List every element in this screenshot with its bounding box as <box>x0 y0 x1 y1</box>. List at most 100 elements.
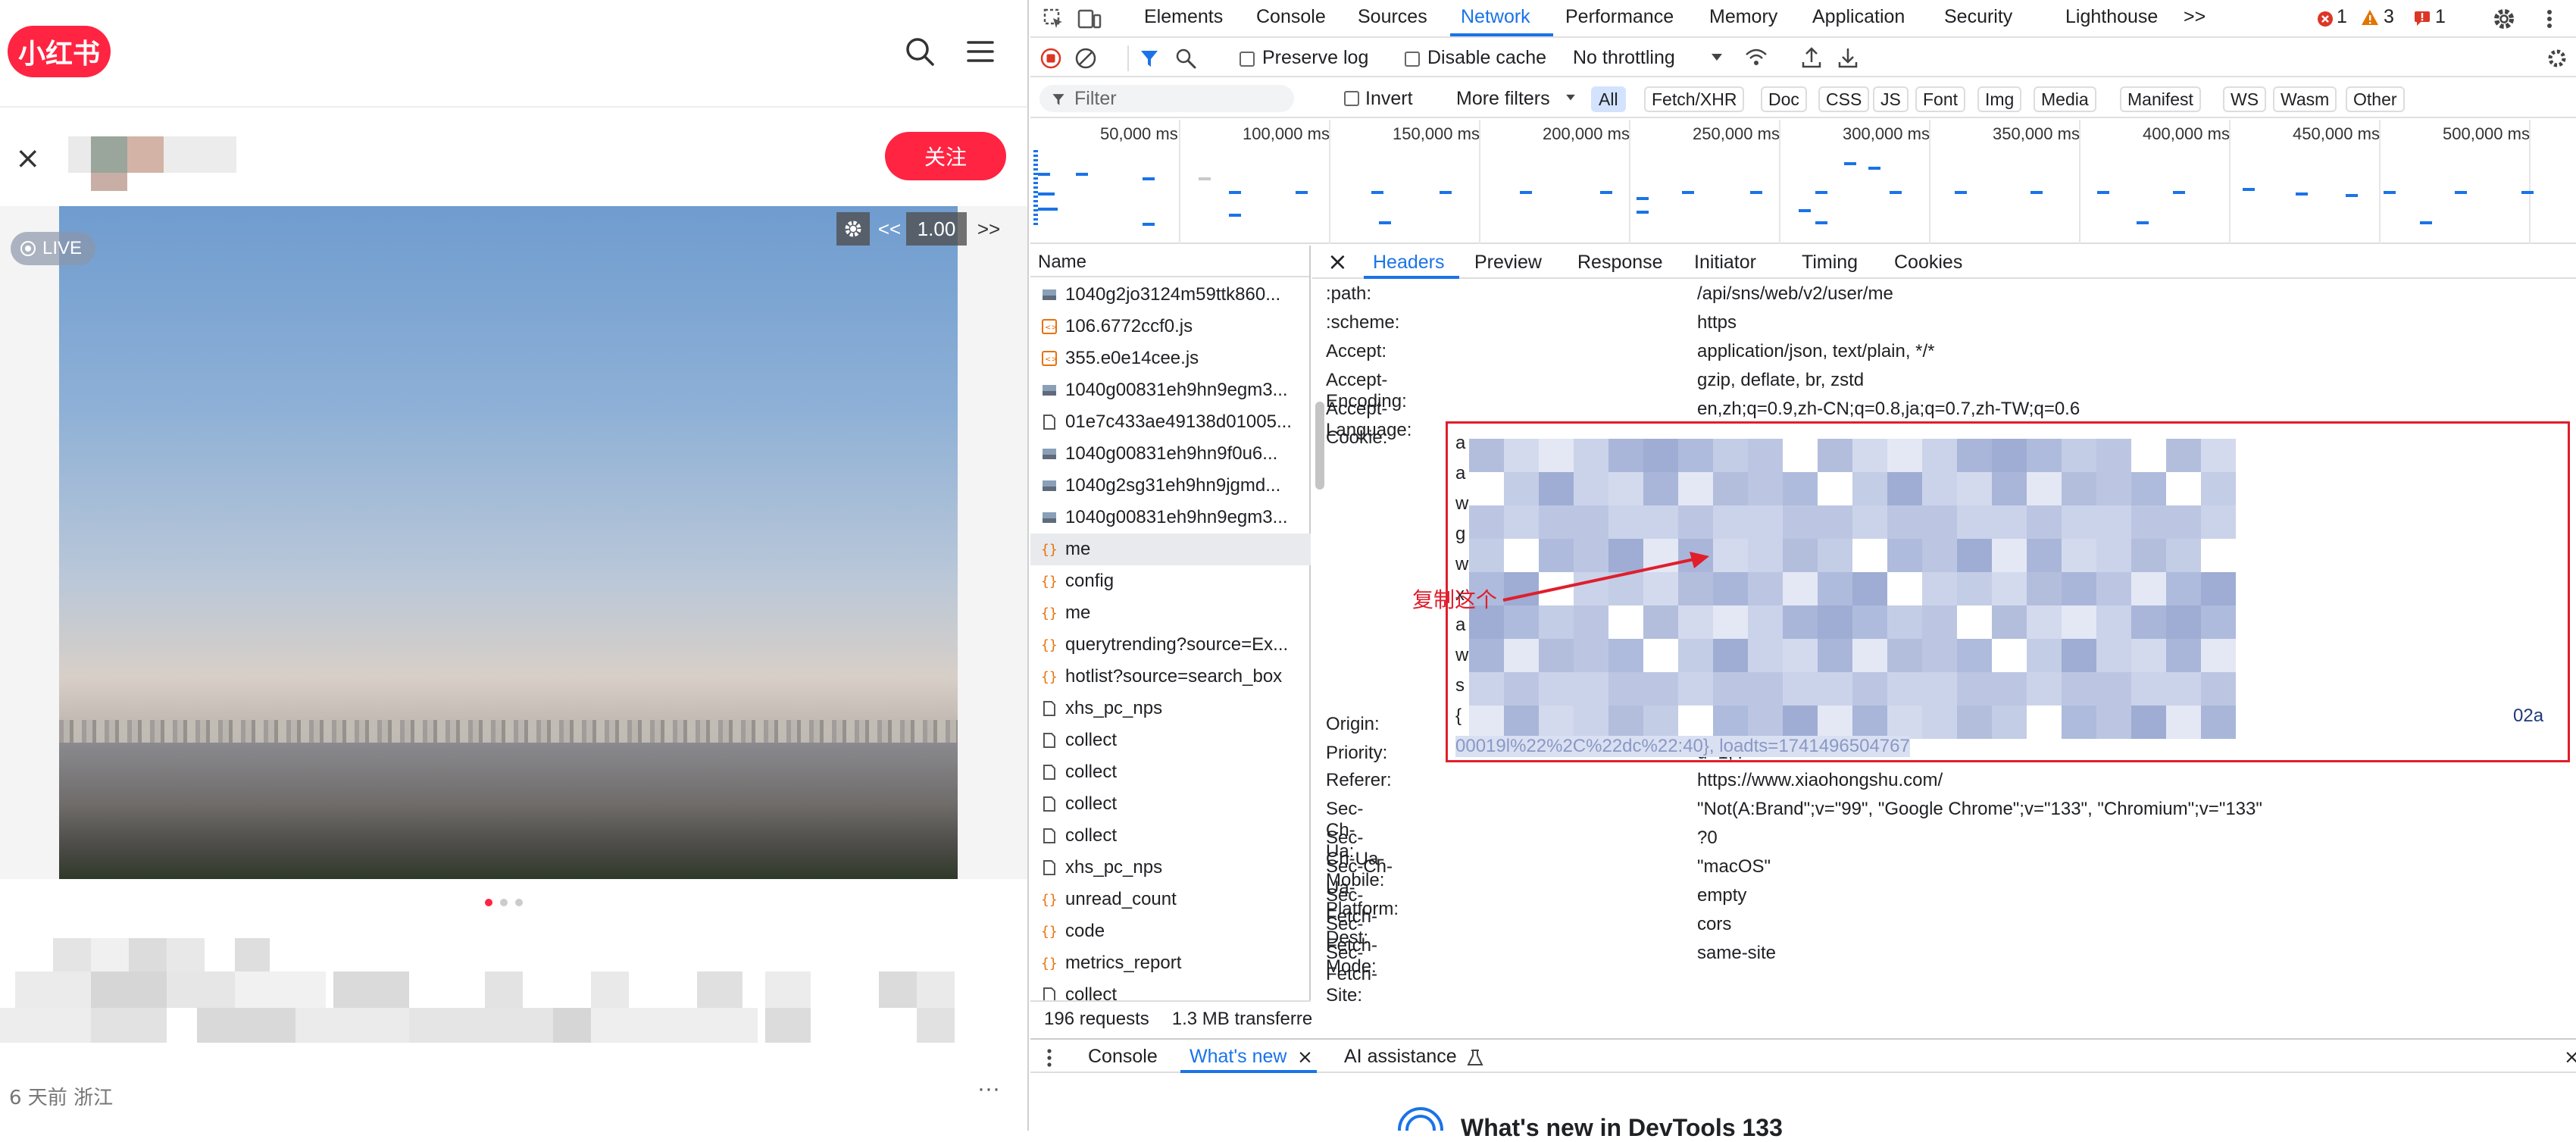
playback-speed[interactable]: 1.00 <box>906 212 967 246</box>
request-row[interactable]: {} unread_count <box>1030 884 1311 915</box>
issue-count[interactable]: 1 <box>2435 6 2446 28</box>
chevron-down-icon[interactable] <box>1565 94 1576 102</box>
header-value[interactable]: en,zh;q=0.9,zh-CN;q=0.8,ja;q=0.7,zh-TW;q… <box>1697 399 2080 420</box>
drawer-menu-icon[interactable] <box>1044 1047 1055 1068</box>
request-row[interactable]: <> 106.6772ccf0.js <box>1030 311 1311 343</box>
carousel-dot[interactable] <box>515 899 523 906</box>
menu-icon[interactable] <box>962 33 999 70</box>
chevron-down-icon[interactable] <box>1711 53 1723 62</box>
inspect-element-icon[interactable] <box>1043 8 1065 30</box>
search-icon[interactable] <box>1174 47 1197 70</box>
disable-cache-checkbox[interactable] <box>1405 52 1420 67</box>
carousel-dot[interactable] <box>500 899 508 906</box>
more-options-icon[interactable]: ··· <box>977 1076 1000 1102</box>
import-har-icon[interactable] <box>1800 45 1823 70</box>
chip-js[interactable]: JS <box>1873 86 1909 112</box>
chip-other[interactable]: Other <box>2346 86 2405 112</box>
request-row[interactable]: 1040g2sg31eh9hn9jgmd... <box>1030 470 1311 502</box>
chip-doc[interactable]: Doc <box>1761 86 1807 112</box>
timeline-overview[interactable]: 50,000 ms 100,000 ms 150,000 ms 200,000 … <box>1030 120 2576 244</box>
request-row[interactable]: {} hotlist?source=search_box <box>1030 661 1311 693</box>
devtools-menu-icon[interactable] <box>2538 8 2561 30</box>
tab-preview[interactable]: Preview <box>1474 252 1542 274</box>
header-value[interactable]: https <box>1697 312 1737 333</box>
name-column-header[interactable]: Name <box>1030 246 1309 277</box>
request-row[interactable]: xhs_pc_nps <box>1030 852 1311 884</box>
header-value[interactable]: cors <box>1697 914 1731 935</box>
request-row[interactable]: collect <box>1030 724 1311 756</box>
tab-sources[interactable]: Sources <box>1358 6 1427 28</box>
chip-css[interactable]: CSS <box>1818 86 1870 112</box>
drawer-tab-console[interactable]: Console <box>1088 1046 1158 1068</box>
export-har-icon[interactable] <box>1837 45 1859 70</box>
request-row[interactable]: {} metrics_report <box>1030 947 1311 979</box>
chip-fetch-xhr[interactable]: Fetch/XHR <box>1644 86 1745 112</box>
request-row[interactable]: 1040g2jo3124m59ttk860... <box>1030 279 1311 311</box>
issue-icon[interactable] <box>2414 11 2431 26</box>
chip-wasm[interactable]: Wasm <box>2273 86 2337 112</box>
chip-media[interactable]: Media <box>2034 86 2096 112</box>
author-name[interactable] <box>68 136 91 173</box>
network-conditions-icon[interactable] <box>1744 47 1768 70</box>
tab-elements[interactable]: Elements <box>1144 6 1223 28</box>
tab-timing[interactable]: Timing <box>1802 252 1858 274</box>
more-filters-button[interactable]: More filters <box>1456 88 1550 110</box>
close-icon[interactable]: × <box>15 141 41 176</box>
request-row[interactable]: collect <box>1030 788 1311 820</box>
header-value[interactable]: https://www.xiaohongshu.com/ <box>1697 770 1943 791</box>
request-row[interactable]: {} querytrending?source=Ex... <box>1030 629 1311 661</box>
tab-performance[interactable]: Performance <box>1565 6 1674 28</box>
header-value[interactable]: /api/sns/web/v2/user/me <box>1697 283 1893 305</box>
request-row[interactable]: 1040g00831eh9hn9egm3... <box>1030 374 1311 406</box>
clear-icon[interactable] <box>1074 47 1097 70</box>
follow-button[interactable]: 关注 <box>885 132 1006 180</box>
error-count[interactable]: 1 <box>2337 6 2347 28</box>
request-row[interactable]: {} config <box>1030 565 1311 597</box>
request-row[interactable]: {} me <box>1030 597 1311 629</box>
avatar[interactable] <box>91 136 127 173</box>
chip-ws[interactable]: WS <box>2223 86 2267 112</box>
request-row[interactable]: {} me <box>1030 533 1311 565</box>
tab-initiator[interactable]: Initiator <box>1694 252 1756 274</box>
request-row[interactable]: 1040g00831eh9hn9egm3... <box>1030 502 1311 533</box>
tab-headers[interactable]: Headers <box>1373 252 1445 274</box>
header-value[interactable]: gzip, deflate, br, zstd <box>1697 370 1864 391</box>
header-value[interactable]: "Not(A:Brand";v="99", "Google Chrome";v=… <box>1697 799 2262 820</box>
filter-icon[interactable] <box>1140 48 1159 68</box>
request-row[interactable]: 01e7c433ae49138d01005... <box>1030 406 1311 438</box>
chip-all[interactable]: All <box>1591 86 1626 112</box>
warning-count[interactable]: 3 <box>2384 6 2394 28</box>
tab-cookies[interactable]: Cookies <box>1894 252 1962 274</box>
close-details-icon[interactable]: × <box>1327 247 1348 276</box>
request-row[interactable]: 1040g00831eh9hn9f0u6... <box>1030 438 1311 470</box>
throttling-select[interactable]: No throttling <box>1573 47 1675 69</box>
request-row[interactable]: <> 355.e0e14cee.js <box>1030 343 1311 374</box>
tab-application[interactable]: Application <box>1812 6 1905 28</box>
more-tabs-icon[interactable]: >> <box>2184 6 2206 28</box>
video-settings-button[interactable] <box>836 212 870 246</box>
request-row[interactable]: {} code <box>1030 915 1311 947</box>
header-value[interactable]: empty <box>1697 885 1746 906</box>
request-row[interactable]: collect <box>1030 820 1311 852</box>
drawer-tab-whats-new[interactable]: What's new <box>1190 1046 1286 1068</box>
request-row[interactable]: collect <box>1030 756 1311 788</box>
search-icon[interactable] <box>902 33 938 70</box>
record-stop-icon[interactable] <box>1039 47 1062 70</box>
carousel-dot-active[interactable] <box>485 899 492 906</box>
tab-lighthouse[interactable]: Lighthouse <box>2065 6 2158 28</box>
post-image[interactable] <box>0 206 1027 879</box>
drawer-tab-close-icon[interactable]: × <box>1297 1046 1313 1068</box>
close-drawer-icon[interactable]: × <box>2564 1046 2576 1068</box>
error-icon[interactable] <box>2317 11 2334 27</box>
chip-font[interactable]: Font <box>1915 86 1966 112</box>
tab-network[interactable]: Network <box>1461 6 1530 28</box>
tab-console[interactable]: Console <box>1256 6 1326 28</box>
header-value[interactable]: application/json, text/plain, */* <box>1697 341 1935 362</box>
tab-response[interactable]: Response <box>1577 252 1663 274</box>
chip-manifest[interactable]: Manifest <box>2120 86 2201 112</box>
settings-gear-icon[interactable] <box>2491 6 2517 32</box>
device-toolbar-icon[interactable] <box>1077 8 1102 30</box>
live-badge[interactable]: LIVE <box>11 232 95 265</box>
header-value[interactable]: "macOS" <box>1697 856 1771 878</box>
tab-memory[interactable]: Memory <box>1709 6 1777 28</box>
